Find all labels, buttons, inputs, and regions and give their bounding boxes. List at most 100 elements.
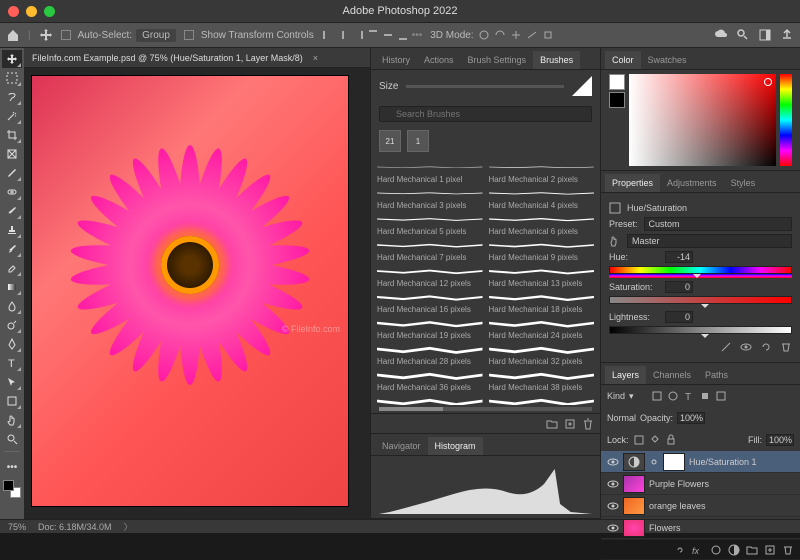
heal-tool[interactable] xyxy=(2,183,22,201)
brush-item[interactable]: Hard Mechanical 2 pixels xyxy=(489,160,595,184)
brush-item[interactable]: Hard Mechanical 16 pixels xyxy=(377,290,483,314)
visibility-icon[interactable] xyxy=(607,456,619,468)
filter-type-icon[interactable]: T xyxy=(683,390,695,402)
shape-tool[interactable] xyxy=(2,392,22,410)
sat-slider[interactable] xyxy=(609,296,792,308)
lig-slider[interactable] xyxy=(609,326,792,338)
trash-icon[interactable] xyxy=(780,341,792,353)
eraser-tool[interactable] xyxy=(2,259,22,277)
filter-pixel-icon[interactable] xyxy=(651,390,663,402)
cloud-icon[interactable] xyxy=(714,28,728,42)
lock-pixels-icon[interactable] xyxy=(633,434,645,446)
auto-select-dropdown[interactable]: Group xyxy=(136,29,176,42)
3d-roll-icon[interactable] xyxy=(494,29,506,41)
workspace-icon[interactable] xyxy=(758,28,772,42)
blend-mode-select[interactable]: Normal xyxy=(607,413,636,423)
trash-icon[interactable] xyxy=(582,418,594,430)
filter-adjust-icon[interactable] xyxy=(667,390,679,402)
tab-navigator[interactable]: Navigator xyxy=(375,437,428,455)
dodge-tool[interactable] xyxy=(2,316,22,334)
hue-value[interactable]: -14 xyxy=(665,251,693,263)
layer-row[interactable]: Hue/Saturation 1 xyxy=(601,451,800,473)
sat-value[interactable]: 0 xyxy=(665,281,693,293)
kind-select[interactable]: ▾ xyxy=(629,391,647,402)
brush-tool[interactable] xyxy=(2,202,22,220)
type-tool[interactable]: T xyxy=(2,354,22,372)
color-swatches[interactable] xyxy=(2,477,22,501)
close-tab-icon[interactable]: × xyxy=(313,53,318,63)
brush-item[interactable]: Hard Mechanical 28 pixels xyxy=(377,342,483,366)
lasso-tool[interactable] xyxy=(2,88,22,106)
auto-select-checkbox[interactable] xyxy=(61,30,71,40)
path-select-tool[interactable] xyxy=(2,373,22,391)
frame-tool[interactable] xyxy=(2,145,22,163)
align-center-v-icon[interactable] xyxy=(382,29,394,41)
filter-smart-icon[interactable] xyxy=(715,390,727,402)
layer-row[interactable]: Purple Flowers xyxy=(601,473,800,495)
clip-icon[interactable] xyxy=(720,341,732,353)
brush-item[interactable]: Hard Mechanical 60 pixels xyxy=(489,394,595,405)
new-layer-icon[interactable] xyxy=(764,544,776,556)
maximize-window-button[interactable] xyxy=(44,6,55,17)
brush-item[interactable]: Hard Mechanical 36 pixels xyxy=(377,368,483,392)
reset-icon[interactable] xyxy=(760,341,772,353)
zoom-tool[interactable] xyxy=(2,430,22,448)
blur-tool[interactable] xyxy=(2,297,22,315)
tab-histogram[interactable]: Histogram xyxy=(428,437,483,455)
share-icon[interactable] xyxy=(780,28,794,42)
tab-color[interactable]: Color xyxy=(605,51,641,69)
brush-scrollbar[interactable] xyxy=(379,407,592,411)
bg-color[interactable] xyxy=(609,92,625,108)
link-layers-icon[interactable] xyxy=(674,544,686,556)
move-tool[interactable] xyxy=(2,50,22,68)
tab-paths[interactable]: Paths xyxy=(698,366,735,384)
artboard[interactable]: document.write(Array.from({length:26},(_… xyxy=(32,76,348,506)
tab-history[interactable]: History xyxy=(375,51,417,69)
marquee-tool[interactable] xyxy=(2,69,22,87)
mask-icon[interactable] xyxy=(710,544,722,556)
gradient-tool[interactable] xyxy=(2,278,22,296)
tab-brush-settings[interactable]: Brush Settings xyxy=(461,51,534,69)
wand-tool[interactable] xyxy=(2,107,22,125)
align-top-icon[interactable] xyxy=(367,29,379,41)
brush-item[interactable]: Hard Mechanical 32 pixels xyxy=(489,342,595,366)
minimize-window-button[interactable] xyxy=(26,6,37,17)
delete-layer-icon[interactable] xyxy=(782,544,794,556)
brush-item[interactable]: Hard Mechanical 19 pixels xyxy=(377,316,483,340)
visibility-icon[interactable] xyxy=(607,522,619,534)
brush-item[interactable]: Hard Mechanical 1 pixel xyxy=(377,160,483,184)
search-brushes-input[interactable] xyxy=(379,106,592,122)
preset-select[interactable]: Custom xyxy=(644,217,792,231)
hue-slider-prop[interactable] xyxy=(609,266,792,278)
tab-swatches[interactable]: Swatches xyxy=(641,51,694,69)
lock-position-icon[interactable] xyxy=(649,434,661,446)
3d-pan-icon[interactable] xyxy=(510,29,522,41)
3d-orbit-icon[interactable] xyxy=(478,29,490,41)
brush-thumb-b[interactable]: 1 xyxy=(407,130,429,152)
crop-tool[interactable] xyxy=(2,126,22,144)
visibility-icon[interactable] xyxy=(607,500,619,512)
3d-scale-icon[interactable] xyxy=(542,29,554,41)
brush-item[interactable]: Hard Mechanical 13 pixels xyxy=(489,264,595,288)
brush-item[interactable]: Hard Mechanical 6 pixels xyxy=(489,212,595,236)
group-icon[interactable] xyxy=(746,544,758,556)
color-field[interactable] xyxy=(629,74,776,166)
home-icon[interactable] xyxy=(6,28,20,42)
layer-row[interactable]: orange leaves xyxy=(601,495,800,517)
align-right-icon[interactable] xyxy=(352,29,364,41)
visibility-icon[interactable] xyxy=(607,478,619,490)
fx-icon[interactable]: fx xyxy=(692,544,704,556)
channel-select[interactable]: Master xyxy=(627,234,792,248)
tab-properties[interactable]: Properties xyxy=(605,174,660,192)
tab-adjustments[interactable]: Adjustments xyxy=(660,174,724,192)
brush-item[interactable]: Hard Mechanical 4 pixels xyxy=(489,186,595,210)
tab-brushes[interactable]: Brushes xyxy=(533,51,580,69)
fill-value[interactable]: 100% xyxy=(766,434,794,446)
adjustment-layer-icon[interactable] xyxy=(728,544,740,556)
tab-channels[interactable]: Channels xyxy=(646,366,698,384)
filter-shape-icon[interactable] xyxy=(699,390,711,402)
close-window-button[interactable] xyxy=(8,6,19,17)
transform-checkbox[interactable] xyxy=(184,30,194,40)
pen-tool[interactable] xyxy=(2,335,22,353)
eye-icon[interactable] xyxy=(740,341,752,353)
